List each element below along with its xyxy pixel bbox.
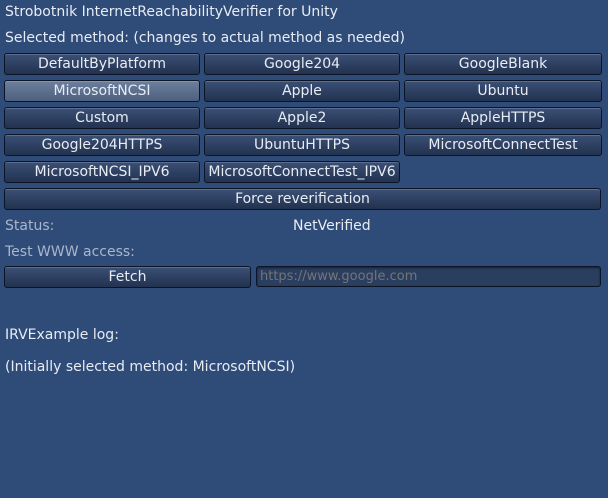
- method-button-googleblank[interactable]: GoogleBlank: [404, 53, 602, 75]
- method-buttons: DefaultByPlatform Google204 GoogleBlank …: [4, 53, 602, 183]
- method-button-microsoftncsi-ipv6[interactable]: MicrosoftNCSI_IPV6: [4, 161, 200, 183]
- method-button-microsoftconnecttest[interactable]: MicrosoftConnectTest: [404, 134, 602, 156]
- method-button-google204https[interactable]: Google204HTTPS: [4, 134, 200, 156]
- method-button-apple[interactable]: Apple: [204, 80, 400, 102]
- log-title: IRVExample log:: [5, 327, 119, 343]
- method-button-microsoftconnecttest-ipv6[interactable]: MicrosoftConnectTest_IPV6: [204, 161, 400, 183]
- method-button-applehttps[interactable]: AppleHTTPS: [404, 107, 602, 129]
- log-entry: (Initially selected method: MicrosoftNCS…: [5, 359, 296, 375]
- method-button-ubuntuhttps[interactable]: UbuntuHTTPS: [204, 134, 400, 156]
- test-www-label: Test WWW access:: [5, 244, 135, 260]
- method-button-google204[interactable]: Google204: [204, 53, 400, 75]
- url-input[interactable]: [256, 266, 601, 287]
- method-button-ubuntu[interactable]: Ubuntu: [404, 80, 602, 102]
- selected-method-label: Selected method: (changes to actual meth…: [5, 30, 405, 46]
- method-button-apple2[interactable]: Apple2: [204, 107, 400, 129]
- method-button-microsoftncsi[interactable]: MicrosoftNCSI: [4, 80, 200, 102]
- method-button-defaultbyplatform[interactable]: DefaultByPlatform: [4, 53, 200, 75]
- fetch-button[interactable]: Fetch: [4, 266, 251, 288]
- force-reverification-button[interactable]: Force reverification: [4, 188, 601, 210]
- app-title: Strobotnik InternetReachabilityVerifier …: [5, 4, 338, 20]
- method-button-custom[interactable]: Custom: [4, 107, 200, 129]
- status-label: Status:: [5, 218, 55, 234]
- status-value: NetVerified: [293, 218, 371, 234]
